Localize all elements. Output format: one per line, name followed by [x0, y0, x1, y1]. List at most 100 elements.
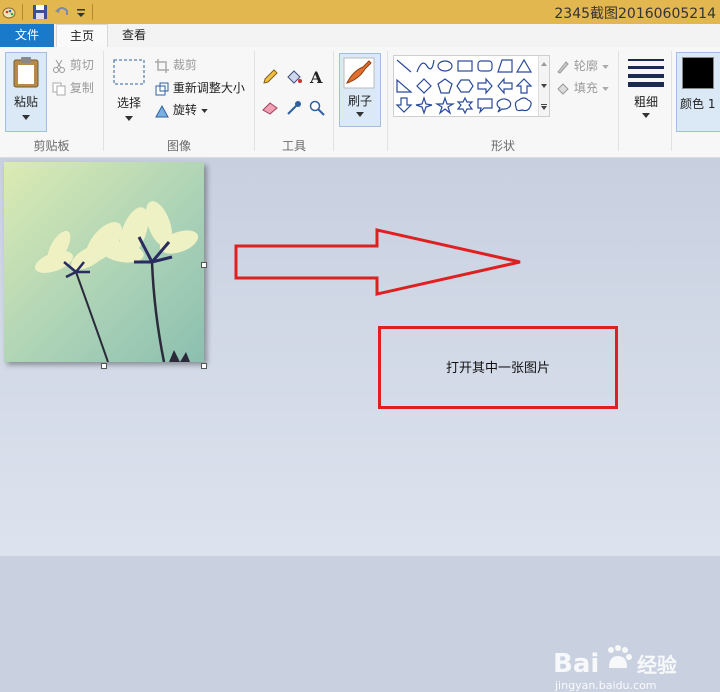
- tab-file[interactable]: 文件: [0, 24, 54, 47]
- ribbon-tab-row: 文件 主页 查看: [0, 24, 720, 49]
- copy-icon: [52, 82, 66, 95]
- ribbon: 粘贴 剪切 复制 剪贴板 选择 裁剪 重新调整大小 旋转 图像 A 工具 刷子 …: [0, 47, 720, 158]
- crop-icon: [155, 58, 169, 73]
- shapes-group-label: 形状: [490, 139, 515, 153]
- group-separator: [333, 51, 334, 151]
- scroll-up-icon[interactable]: [541, 62, 547, 66]
- group-separator: [618, 51, 619, 151]
- flower-image[interactable]: [4, 162, 204, 362]
- chevron-down-icon: [642, 113, 650, 118]
- fill-button[interactable]: 填充: [556, 79, 609, 96]
- pentagon-shape-icon: [437, 78, 453, 94]
- oval-shape-icon: [437, 60, 453, 72]
- customize-quickaccess-icon[interactable]: [76, 4, 86, 20]
- shapes-gallery[interactable]: [393, 55, 550, 117]
- diamond-shape-icon: [416, 78, 432, 94]
- save-icon[interactable]: [32, 4, 48, 20]
- cut-label: 剪切: [69, 58, 94, 72]
- six-point-star-shape-icon: [456, 96, 474, 115]
- rotate-icon: [155, 104, 169, 117]
- outline-label: 轮廓: [573, 59, 598, 73]
- resize-button[interactable]: 重新调整大小: [155, 79, 245, 96]
- color-picker-icon[interactable]: [286, 100, 302, 116]
- paste-button[interactable]: 粘贴: [5, 52, 47, 132]
- cut-button[interactable]: 剪切: [52, 56, 94, 73]
- scroll-down-icon[interactable]: [541, 84, 547, 88]
- annotation-box: 打开其中一张图片: [378, 326, 618, 409]
- fill-bucket-icon[interactable]: [285, 69, 303, 85]
- shapes-icons: [395, 58, 533, 115]
- eraser-icon[interactable]: [262, 101, 278, 115]
- rotate-button[interactable]: 旋转: [155, 101, 208, 118]
- pencil-icon[interactable]: [262, 69, 278, 85]
- line-width-icon: [628, 59, 664, 87]
- chevron-down-icon: [200, 108, 208, 113]
- resize-label: 重新调整大小: [172, 81, 245, 95]
- group-separator: [671, 51, 672, 151]
- tools-group-label: 工具: [281, 139, 306, 153]
- clipboard-group-label: 剪贴板: [33, 139, 70, 153]
- canvas-area[interactable]: 打开其中一张图片 Bai 经验 jingyan.baidu.com: [0, 158, 720, 692]
- size-button[interactable]: 粗细: [624, 53, 668, 129]
- copy-label: 复制: [69, 81, 94, 95]
- five-point-star-shape-icon: [434, 96, 456, 115]
- title-bar: 2345截图20160605214: [0, 0, 720, 24]
- group-separator: [103, 51, 104, 151]
- baidu-paw-icon: [608, 645, 633, 668]
- select-label: 选择: [116, 96, 141, 110]
- chevron-down-icon: [601, 64, 609, 69]
- group-separator: [387, 51, 388, 151]
- svg-text:A: A: [309, 68, 323, 86]
- watermark-url: jingyan.baidu.com: [555, 679, 657, 692]
- tab-view[interactable]: 查看: [110, 24, 158, 47]
- tab-home[interactable]: 主页: [56, 24, 108, 49]
- gallery-expand-icon[interactable]: [541, 104, 547, 110]
- rounded-rectangle-shape-icon: [477, 60, 493, 72]
- crop-label: 裁剪: [172, 58, 197, 72]
- outline-button[interactable]: 轮廓: [556, 57, 609, 74]
- resize-icon: [155, 82, 169, 95]
- oval-callout-shape-icon: [496, 98, 512, 113]
- right-triangle-shape-icon: [396, 78, 413, 93]
- outline-brush-icon: [557, 60, 569, 74]
- color1-button[interactable]: 颜色 1: [676, 52, 720, 132]
- left-arrow-shape-icon: [497, 77, 513, 95]
- paint-app-icon[interactable]: [2, 4, 18, 20]
- annotation-text: 打开其中一张图片: [445, 361, 550, 376]
- cloud-callout-shape-icon: [514, 97, 532, 112]
- down-arrow-shape-icon: [395, 97, 413, 113]
- crop-button[interactable]: 裁剪: [155, 56, 197, 73]
- text-tool-icon[interactable]: A: [309, 68, 325, 86]
- resize-handle-right[interactable]: [201, 262, 207, 268]
- watermark-brand: Bai: [553, 649, 600, 679]
- right-arrow-shape-icon: [477, 77, 493, 95]
- red-arrow-annotation: [234, 228, 521, 296]
- select-button[interactable]: 选择: [110, 52, 148, 130]
- fill-label: 填充: [573, 81, 598, 95]
- brushes-button[interactable]: 刷子: [339, 53, 381, 127]
- baidu-watermark: Bai 经验 jingyan.baidu.com: [553, 644, 677, 692]
- paintbrush-icon: [343, 57, 375, 89]
- color1-swatch: [682, 57, 714, 89]
- curve-shape-icon: [416, 59, 435, 73]
- color1-label: 颜色 1: [680, 97, 716, 111]
- line-shape-icon: [396, 59, 412, 73]
- size-label: 粗细: [633, 95, 658, 109]
- resize-handle-corner[interactable]: [201, 363, 207, 369]
- titlebar-separator: [22, 4, 23, 20]
- chevron-down-icon: [22, 115, 30, 120]
- select-rectangle-icon: [113, 59, 145, 85]
- resize-handle-bottom[interactable]: [101, 363, 107, 369]
- brushes-label: 刷子: [347, 94, 372, 108]
- chevron-down-icon: [601, 86, 609, 91]
- paste-label: 粘贴: [13, 95, 38, 109]
- chevron-down-icon: [356, 112, 364, 117]
- copy-button[interactable]: 复制: [52, 79, 94, 96]
- rotate-label: 旋转: [172, 103, 197, 117]
- magnifier-icon[interactable]: [309, 100, 325, 116]
- gallery-scrollbar[interactable]: [538, 56, 549, 116]
- image-group-label: 图像: [166, 139, 191, 153]
- group-separator: [254, 51, 255, 151]
- watermark-brand2: 经验: [636, 653, 677, 677]
- undo-icon[interactable]: [54, 4, 70, 20]
